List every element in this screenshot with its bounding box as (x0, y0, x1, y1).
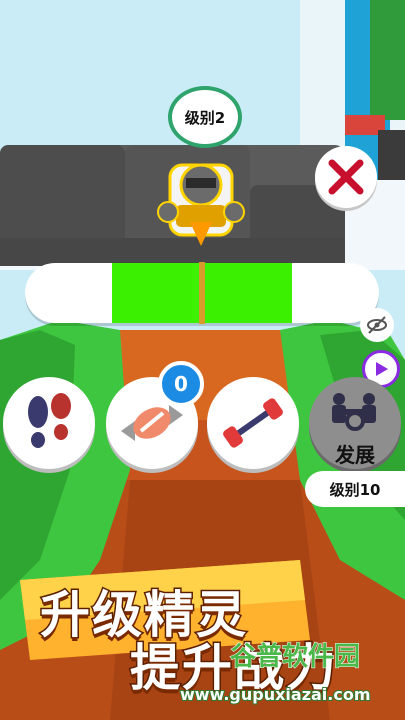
play-icon (376, 362, 388, 376)
close-button[interactable] (315, 146, 377, 208)
candy-count-badge: 0 (158, 361, 204, 407)
develop-level-text: 级别10 (329, 480, 381, 499)
game-scene: 级别2 0 发展 级别10 升级精灵 提升战力 谷普软件园 www.gupuxi… (0, 0, 405, 720)
hide-eye-icon (367, 316, 387, 334)
dumbbell-icon (223, 398, 283, 448)
level-badge: 级别2 (168, 86, 242, 148)
candy-count-text: 0 (174, 372, 188, 396)
hide-ui-button[interactable] (360, 308, 394, 342)
level-text: 级别2 (184, 108, 226, 127)
speed-upgrade-button[interactable] (3, 377, 95, 469)
fighters-icon (332, 393, 376, 431)
watermark-text: 谷普软件园 (229, 642, 361, 673)
develop-level-tag: 级别10 (305, 471, 405, 507)
close-icon (328, 159, 364, 195)
develop-label: 发展 (335, 443, 375, 467)
meter-needle (199, 262, 205, 324)
footprints-icon (28, 393, 71, 448)
strength-upgrade-button[interactable] (207, 377, 299, 469)
watermark-url: www.gupuxiazai.com (179, 684, 372, 705)
develop-button[interactable]: 发展 (309, 377, 401, 469)
